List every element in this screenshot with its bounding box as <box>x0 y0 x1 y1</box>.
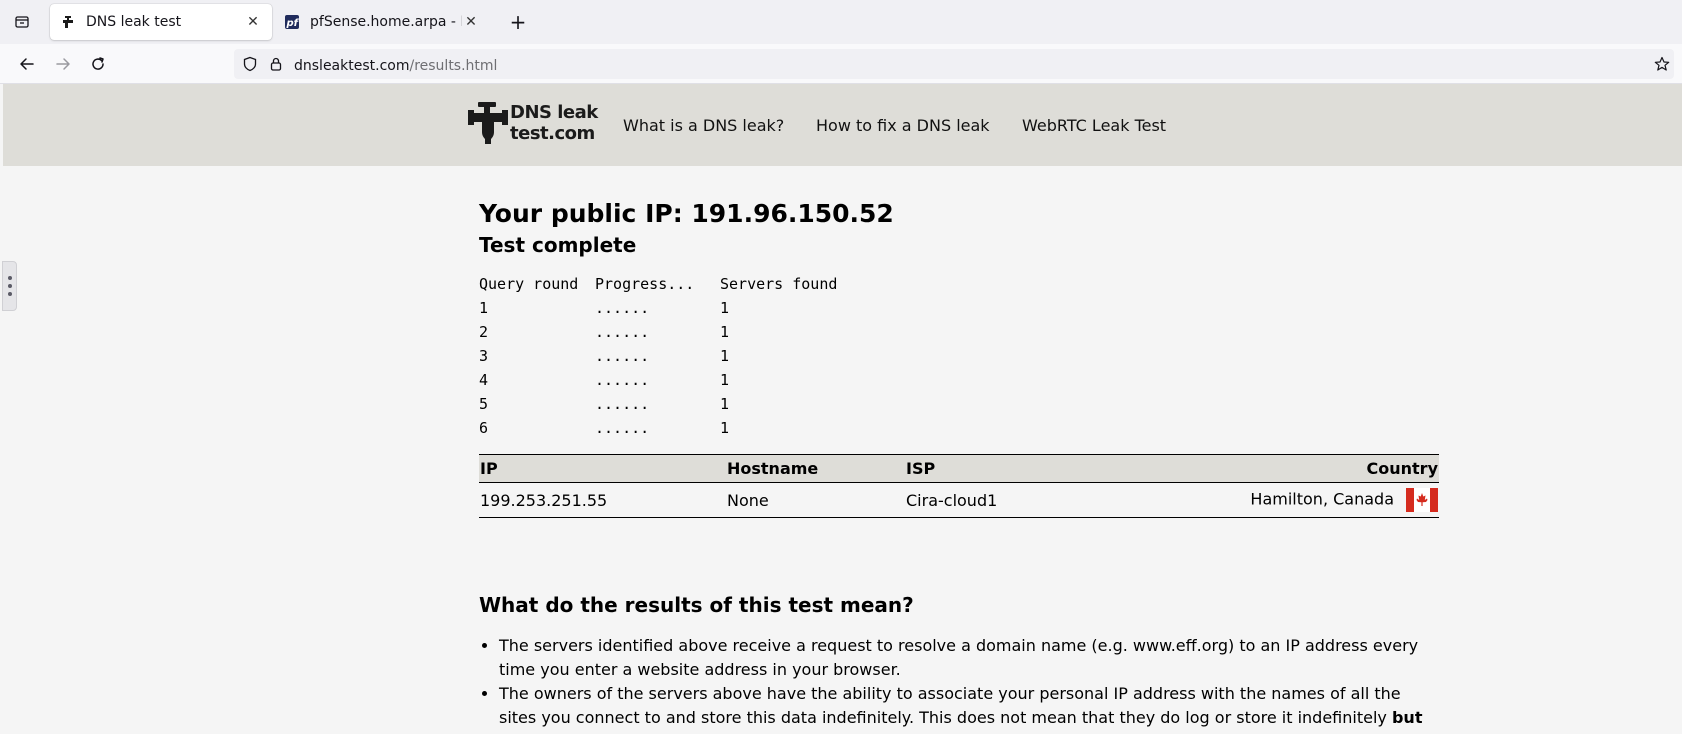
header-country: Country <box>1366 459 1438 478</box>
svg-text:pf: pf <box>286 18 300 29</box>
round-row: 6...... 1 <box>479 416 1439 440</box>
round-row: 4...... 1 <box>479 368 1439 392</box>
meaning-list: The servers identified above receive a r… <box>479 634 1439 730</box>
round-progress: ...... <box>595 419 650 437</box>
result-country: Hamilton, Canada <box>1250 489 1394 509</box>
list-item: The servers identified above receive a r… <box>499 634 1439 682</box>
round-number: 2 <box>479 323 489 341</box>
header-query-round: Query round <box>479 275 579 293</box>
bookmark-star-icon[interactable] <box>1654 56 1670 72</box>
forward-arrow-icon[interactable] <box>49 50 77 78</box>
rounds-header: Query round Progress... Servers found <box>479 272 1439 296</box>
site-logo[interactable]: DNS leak test.com <box>468 102 608 146</box>
tab-title: DNS leak test <box>86 14 182 30</box>
tab-pfsense[interactable]: pf pfSense.home.arpa - Fire ✕ <box>274 4 490 40</box>
round-row: 3...... 1 <box>479 344 1439 368</box>
header-isp: ISP <box>906 459 936 478</box>
round-number: 1 <box>479 299 489 317</box>
round-progress: ...... <box>595 371 650 389</box>
reload-icon[interactable] <box>84 50 112 78</box>
round-servers: 1 <box>720 299 730 317</box>
header-servers-found: Servers found <box>720 275 838 293</box>
nav-what-is-dns-leak[interactable]: What is a DNS leak? <box>623 116 784 135</box>
round-number: 4 <box>479 371 489 389</box>
round-servers: 1 <box>720 347 730 365</box>
tap-favicon-icon <box>60 14 76 30</box>
round-number: 3 <box>479 347 489 365</box>
canada-flag-icon <box>1406 488 1438 512</box>
round-row: 2...... 1 <box>479 320 1439 344</box>
round-servers: 1 <box>720 395 730 413</box>
round-progress: ...... <box>595 323 650 341</box>
results-header-row: IP Hostname ISP Country <box>479 454 1439 483</box>
tab-list-icon[interactable] <box>8 8 36 36</box>
header-hostname: Hostname <box>727 459 819 478</box>
main-content: Your public IP: 191.96.150.52 Test compl… <box>479 196 1439 730</box>
table-row: 199.253.251.55 None Cira-cloud1 Hamilton… <box>479 483 1439 518</box>
lock-icon[interactable] <box>268 56 284 72</box>
result-isp: Cira-cloud1 <box>906 490 998 510</box>
pfsense-favicon-icon: pf <box>284 14 300 30</box>
close-tab-icon[interactable]: ✕ <box>462 14 480 30</box>
round-servers: 1 <box>720 419 730 437</box>
header-progress: Progress... <box>595 275 695 293</box>
new-tab-plus-icon[interactable]: + <box>504 8 532 36</box>
round-row: 1...... 1 <box>479 296 1439 320</box>
result-ip: 199.253.251.55 <box>480 490 608 510</box>
dot <box>7 292 12 296</box>
url-text: dnsleaktest.com/results.html <box>294 57 498 74</box>
nav-webrtc-leak-test[interactable]: WebRTC Leak Test <box>1022 116 1166 135</box>
round-progress: ...... <box>595 347 650 365</box>
dot <box>7 276 12 280</box>
site-header: DNS leak test.com What is a DNS leak? Ho… <box>3 84 1682 166</box>
nav-how-to-fix-dns-leak[interactable]: How to fix a DNS leak <box>816 116 990 135</box>
dns-results-table: IP Hostname ISP Country 199.253.251.55 N… <box>479 454 1439 518</box>
tab-title: pfSense.home.arpa - Fire <box>310 14 462 30</box>
list-item-text: The owners of the servers above have the… <box>499 684 1401 727</box>
browser-tab-bar: DNS leak test ✕ pf pfSense.home.arpa - F… <box>0 0 1682 44</box>
url-bar[interactable]: dnsleaktest.com/results.html <box>234 49 1674 79</box>
public-ip-title: Your public IP: 191.96.150.52 <box>479 199 894 228</box>
logo-line2: test.com <box>510 123 595 144</box>
result-hostname: None <box>727 490 769 510</box>
browser-nav-bar: dnsleaktest.com/results.html <box>0 44 1682 84</box>
results-meaning-heading: What do the results of this test mean? <box>479 593 914 617</box>
list-item-bold: but <box>1391 708 1423 727</box>
round-number: 6 <box>479 419 489 437</box>
query-rounds: Query round Progress... Servers found 1.… <box>479 272 1439 440</box>
round-number: 5 <box>479 395 489 413</box>
round-servers: 1 <box>720 323 730 341</box>
shield-icon[interactable] <box>242 56 258 72</box>
logo-line1: DNS leak <box>510 102 598 123</box>
close-tab-icon[interactable]: ✕ <box>244 14 262 30</box>
round-servers: 1 <box>720 371 730 389</box>
round-row: 5...... 1 <box>479 392 1439 416</box>
header-ip: IP <box>480 459 498 478</box>
tap-logo-icon <box>468 102 508 144</box>
dot <box>7 284 12 288</box>
test-status: Test complete <box>479 233 637 257</box>
sidebar-handle[interactable] <box>2 261 17 311</box>
round-progress: ...... <box>595 299 650 317</box>
back-arrow-icon[interactable] <box>13 50 41 78</box>
result-country-cell: Hamilton, Canada <box>1081 483 1439 518</box>
tab-dns-leak-test[interactable]: DNS leak test ✕ <box>50 4 272 40</box>
list-item: The owners of the servers above have the… <box>499 682 1439 730</box>
round-progress: ...... <box>595 395 650 413</box>
